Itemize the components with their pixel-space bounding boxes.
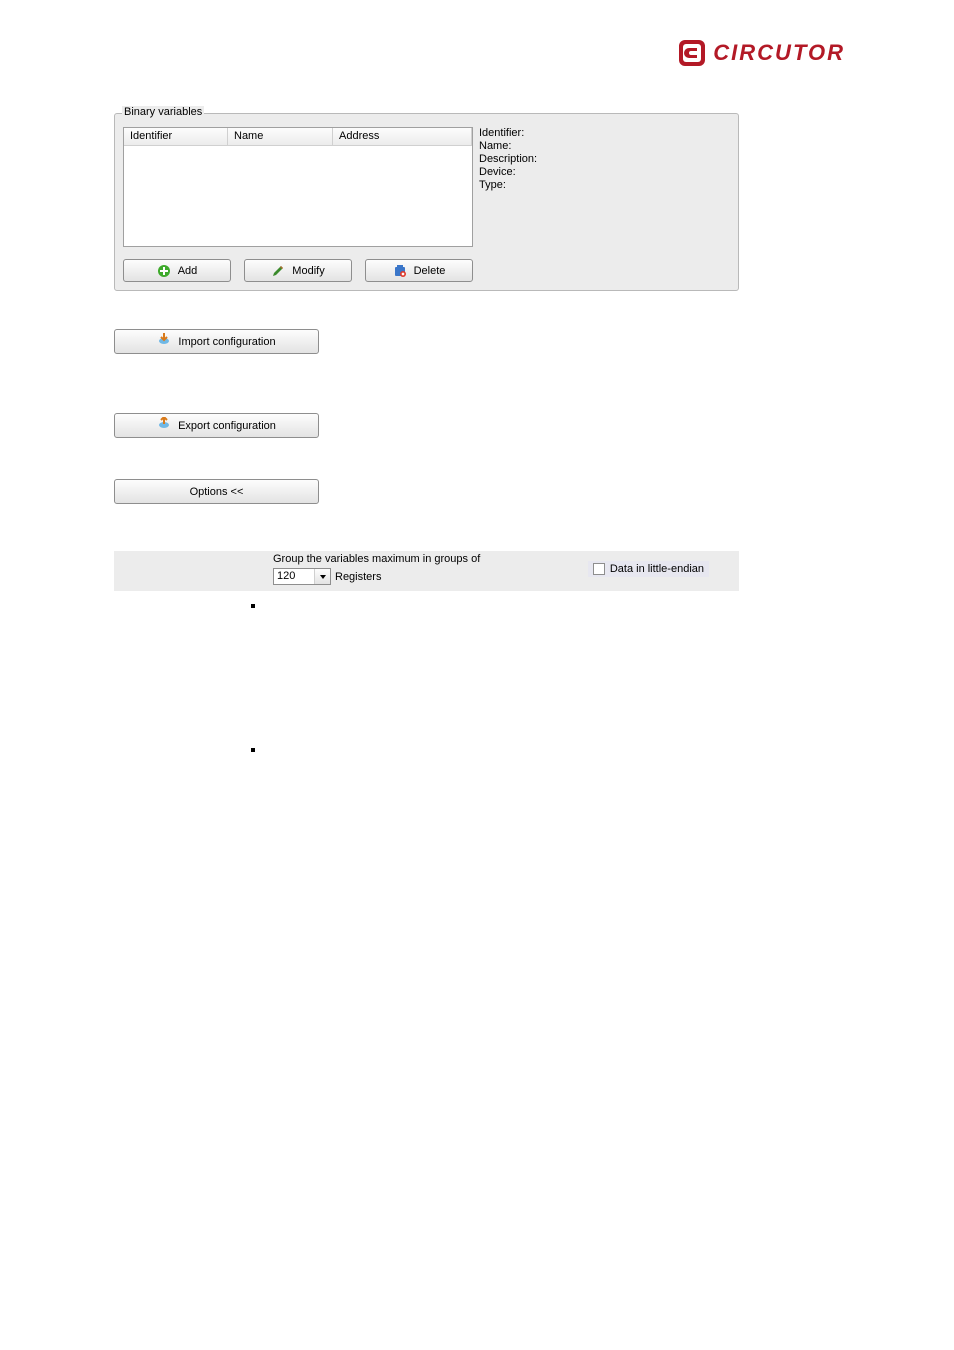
import-configuration-label: Import configuration	[178, 336, 275, 348]
export-configuration-button[interactable]: Export configuration	[114, 413, 319, 438]
brand-logo-icon	[677, 38, 707, 68]
registers-select[interactable]: 120	[273, 568, 331, 585]
detail-name-label: Name:	[479, 140, 729, 153]
options-panel: Group the variables maximum in groups of…	[114, 551, 739, 591]
column-header-address[interactable]: Address	[333, 128, 472, 145]
chevron-down-icon	[314, 569, 330, 584]
delete-icon	[393, 264, 407, 278]
delete-button[interactable]: Delete	[365, 259, 473, 282]
add-icon	[157, 264, 171, 278]
options-toggle-label: Options <<	[190, 486, 244, 498]
detail-device-label: Device:	[479, 166, 729, 179]
brand-logo-text: CIRCUTOR	[713, 40, 845, 66]
table-header-row: Identifier Name Address	[124, 128, 472, 146]
registers-label: Registers	[335, 571, 381, 583]
detail-description-label: Description:	[479, 153, 729, 166]
import-configuration-button[interactable]: Import configuration	[114, 329, 319, 354]
import-icon	[157, 333, 171, 350]
registers-select-value: 120	[274, 569, 314, 584]
add-button[interactable]: Add	[123, 259, 231, 282]
detail-type-label: Type:	[479, 179, 729, 192]
table-action-row: Add Modify Delete	[123, 259, 473, 282]
export-icon	[157, 417, 171, 434]
detail-identifier-label: Identifier:	[479, 127, 729, 140]
add-button-label: Add	[178, 265, 198, 277]
modify-button-label: Modify	[292, 265, 324, 277]
variable-details-panel: Identifier: Name: Description: Device: T…	[479, 127, 729, 192]
variables-table[interactable]: Identifier Name Address	[123, 127, 473, 247]
little-endian-option[interactable]: Data in little-endian	[588, 561, 709, 577]
column-header-identifier[interactable]: Identifier	[124, 128, 228, 145]
modify-button[interactable]: Modify	[244, 259, 352, 282]
delete-button-label: Delete	[414, 265, 446, 277]
bullet-icon	[251, 604, 255, 608]
binary-variables-legend: Binary variables	[122, 106, 204, 118]
group-variables-label: Group the variables maximum in groups of	[273, 553, 480, 565]
bullet-icon	[251, 748, 255, 752]
binary-variables-group: Binary variables Identifier Name Address…	[114, 113, 739, 291]
little-endian-label: Data in little-endian	[610, 563, 704, 575]
little-endian-checkbox[interactable]	[593, 563, 605, 575]
options-toggle-button[interactable]: Options <<	[114, 479, 319, 504]
pencil-icon	[271, 264, 285, 278]
column-header-name[interactable]: Name	[228, 128, 333, 145]
export-configuration-label: Export configuration	[178, 420, 276, 432]
brand-logo: CIRCUTOR	[677, 38, 845, 68]
